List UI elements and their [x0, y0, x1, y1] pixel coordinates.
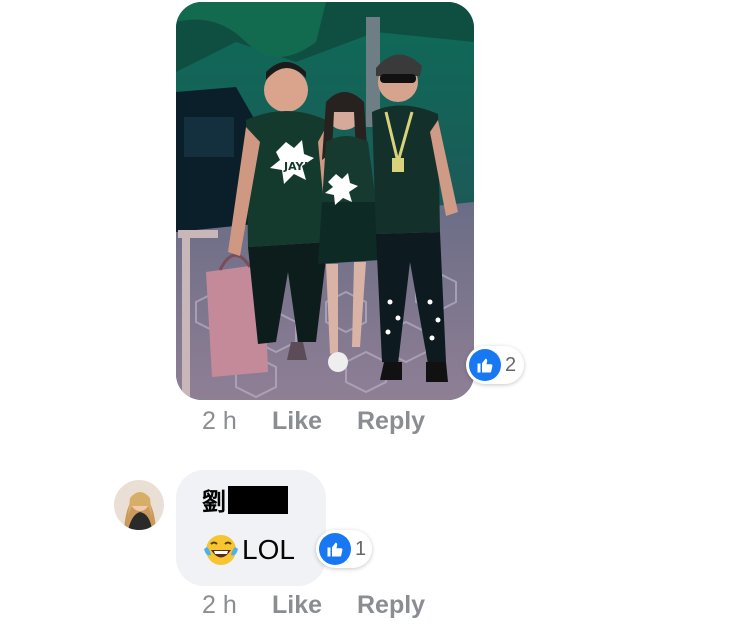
author-name[interactable]: 劉 — [202, 482, 226, 517]
like-button[interactable]: Like — [272, 407, 357, 436]
laughing-tears-emoji — [204, 535, 238, 565]
comment-message: LOL — [242, 534, 295, 565]
reply-button[interactable]: Reply — [357, 407, 425, 436]
avatar[interactable] — [114, 480, 164, 530]
comment-photo[interactable]: JAY! — [176, 2, 474, 400]
reaction-summary[interactable]: 1 — [316, 530, 372, 568]
comment-author[interactable]: 劉 — [202, 482, 288, 517]
comment-actions: 2 h Like Reply — [202, 591, 425, 620]
comment-actions: 2 h Like Reply — [202, 407, 425, 436]
photo-image: JAY! — [176, 2, 474, 400]
comment-timestamp: 2 h — [202, 407, 237, 435]
like-icon — [319, 533, 351, 565]
reply-button[interactable]: Reply — [357, 591, 425, 620]
reaction-count: 1 — [355, 537, 367, 560]
like-button[interactable]: Like — [272, 591, 357, 620]
reaction-summary[interactable]: 2 — [466, 346, 524, 384]
comment-text: LOL — [202, 531, 295, 569]
comment-timestamp: 2 h — [202, 591, 237, 619]
like-icon — [469, 349, 501, 381]
reaction-count: 2 — [505, 353, 517, 376]
redaction-box — [228, 485, 288, 514]
svg-text:JAY!: JAY! — [283, 160, 309, 173]
comment-thread: JAY! 2 2 h Like Reply 劉 LOL 1 2 h Like R… — [0, 0, 750, 626]
